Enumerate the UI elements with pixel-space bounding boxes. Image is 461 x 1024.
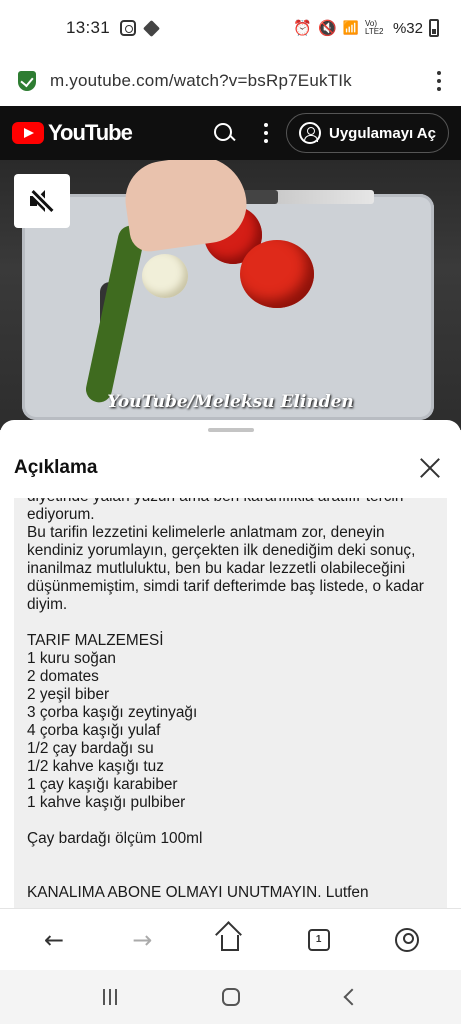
description-title: Açıklama: [14, 457, 98, 478]
more-options-icon[interactable]: [264, 123, 268, 143]
video-watermark: YouTube/Meleksu Elinden: [107, 392, 354, 412]
unmute-button[interactable]: [14, 174, 70, 228]
youtube-play-icon: [12, 122, 44, 144]
status-time: 13:31: [66, 18, 111, 37]
forward-arrow-icon: →: [132, 925, 153, 954]
app-cube-icon: [143, 19, 161, 37]
open-app-label: Uygulamayı Aç: [329, 124, 436, 142]
mute-status-icon: 🔇: [318, 20, 337, 37]
battery-icon: [429, 19, 439, 37]
youtube-logo[interactable]: YouTube: [12, 120, 133, 146]
secure-shield-icon[interactable]: [18, 71, 36, 91]
battery-percent: %32: [392, 19, 423, 37]
wifi-icon: 📶: [342, 20, 359, 35]
description-body[interactable]: diyetinde yalan yüzün ama ben kararlılık…: [14, 496, 447, 908]
back-button[interactable]: ←: [34, 920, 74, 960]
system-back-icon[interactable]: [343, 988, 361, 1006]
search-icon[interactable]: [212, 121, 236, 145]
description-panel: Açıklama diyetinde yalan yüzün ama ben k…: [0, 420, 461, 908]
screen: 13:31 ⏰ 🔇 📶 Vo) LTE2 %32 m.youtube.com/w…: [0, 0, 461, 1024]
description-header: Açıklama: [0, 438, 461, 498]
open-app-button[interactable]: Uygulamayı Aç: [286, 113, 449, 153]
account-button[interactable]: [387, 920, 427, 960]
tabs-icon: 1: [307, 928, 330, 951]
profile-icon: [394, 927, 419, 952]
account-icon: [299, 122, 321, 144]
home-button[interactable]: [210, 920, 250, 960]
status-right: ⏰ 🔇 📶 Vo) LTE2 %32: [293, 19, 439, 37]
address-bar[interactable]: m.youtube.com/watch?v=bsRp7EukTIk: [0, 56, 461, 106]
url-text[interactable]: m.youtube.com/watch?v=bsRp7EukTIk: [50, 71, 352, 91]
instagram-icon: [120, 20, 137, 36]
browser-menu-icon[interactable]: [435, 67, 443, 95]
video-player[interactable]: YouTube/Meleksu Elinden: [0, 160, 461, 430]
system-home-icon[interactable]: [222, 988, 241, 1006]
forward-button[interactable]: →: [122, 920, 162, 960]
tomato-image-2: [240, 240, 314, 308]
recent-apps-icon[interactable]: [102, 989, 117, 1005]
onion-image: [142, 254, 188, 298]
alarm-icon: ⏰: [293, 20, 313, 37]
back-arrow-icon: ←: [44, 925, 65, 954]
status-bar: 13:31 ⏰ 🔇 📶 Vo) LTE2 %32: [0, 0, 461, 56]
browser-toolbar: ← → 1: [0, 908, 461, 970]
home-icon: [221, 934, 240, 951]
tabs-button[interactable]: 1: [299, 920, 339, 960]
youtube-logo-text: YouTube: [48, 120, 133, 145]
system-navigation-bar: [0, 970, 461, 1024]
status-left-icons: [120, 19, 161, 37]
description-text: diyetinde yalan yüzün ama ben kararlılık…: [27, 496, 424, 901]
signal-label: Vo) LTE2: [364, 19, 384, 36]
close-icon[interactable]: [413, 451, 447, 485]
youtube-header: YouTube Uygulamayı Aç: [0, 106, 461, 160]
drag-handle[interactable]: [208, 428, 254, 432]
muted-speaker-icon: [28, 189, 56, 213]
